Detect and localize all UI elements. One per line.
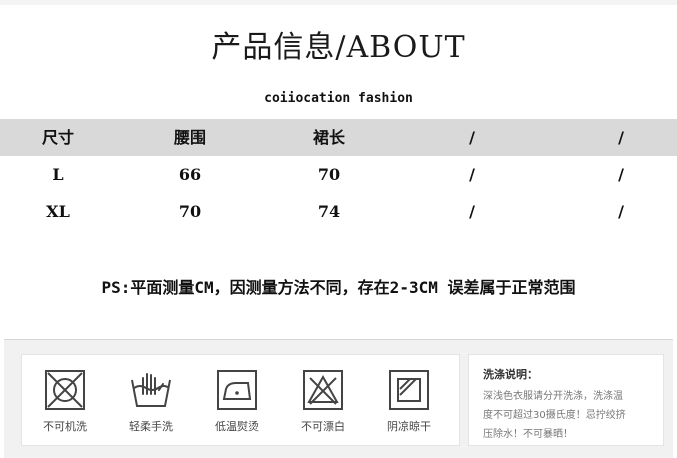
care-item-no-bleach: 不可漂白 xyxy=(288,368,358,434)
wash-instructions-text: 深浅色衣服请分开洗涤，洗涤温 度不可超过30摄氏度！忌拧绞挤 压除水！不可暴晒！ xyxy=(483,387,653,444)
care-item-shade-dry: 阴凉晾干 xyxy=(374,368,444,434)
table-cell: / xyxy=(469,202,475,221)
size-table-header: 尺寸 腰围 裙长 / / xyxy=(0,119,677,156)
table-cell: XL xyxy=(46,202,70,221)
table-cell: / xyxy=(469,165,475,184)
wash-instructions-card: 洗涤说明： 深浅色衣服请分开洗涤，洗涤温 度不可超过30摄氏度！忌拧绞挤 压除水… xyxy=(468,354,664,446)
care-label: 低温熨烫 xyxy=(215,420,259,433)
care-item-no-machine-wash: 不可机洗 xyxy=(30,368,100,434)
care-item-hand-wash: 轻柔手洗 xyxy=(116,368,186,434)
care-icons-card: 不可机洗 轻柔手洗 低温熨烫 不可漂白 阴凉晾干 xyxy=(21,354,460,446)
table-cell: 70 xyxy=(317,165,341,184)
table-cell: L xyxy=(52,165,64,184)
hand-wash-icon xyxy=(131,373,171,407)
header-cell-empty-2: / xyxy=(618,128,624,147)
no-machine-wash-icon xyxy=(45,370,85,410)
table-cell: / xyxy=(618,202,624,221)
page-title: 产品信息/ABOUT xyxy=(211,30,466,65)
table-cell: 66 xyxy=(178,165,202,184)
table-cell: 70 xyxy=(178,202,202,221)
wash-line: 深浅色衣服请分开洗涤，洗涤温 xyxy=(483,391,623,402)
header-cell-empty-1: / xyxy=(469,128,475,147)
header-cell-size: 尺寸 xyxy=(41,128,74,147)
low-iron-icon xyxy=(217,370,257,410)
size-table: 尺寸 腰围 裙长 / / L 66 70 / / XL 70 74 / / xyxy=(0,119,677,230)
table-row: XL 70 74 / / xyxy=(0,193,677,230)
care-item-low-iron: 低温熨烫 xyxy=(202,368,272,434)
care-label: 轻柔手洗 xyxy=(129,420,173,433)
top-border xyxy=(0,0,677,5)
wash-title: 洗涤说明： xyxy=(483,368,538,381)
header-cell-length: 裙长 xyxy=(312,128,345,147)
care-panel: 不可机洗 轻柔手洗 低温熨烫 不可漂白 阴凉晾干 洗涤说明： 深浅色衣服请分开洗… xyxy=(4,339,673,458)
table-cell: / xyxy=(618,165,624,184)
wash-line: 度不可超过30摄氏度！忌拧绞挤 xyxy=(483,410,626,421)
no-bleach-icon xyxy=(303,370,343,410)
wash-line: 压除水！不可暴晒！ xyxy=(483,429,573,440)
table-row: L 66 70 / / xyxy=(0,156,677,193)
brand-subtitle: coiiocation fashion xyxy=(264,91,413,106)
shade-dry-icon xyxy=(389,370,429,410)
header-cell-waist: 腰围 xyxy=(173,128,206,147)
care-label: 不可漂白 xyxy=(301,420,345,433)
care-label: 不可机洗 xyxy=(43,420,87,433)
care-label: 阴凉晾干 xyxy=(387,420,431,433)
measurement-note: PS:平面测量CM，因测量方法不同，存在2-3CM 误差属于正常范围 xyxy=(101,278,576,297)
table-cell: 74 xyxy=(317,202,341,221)
